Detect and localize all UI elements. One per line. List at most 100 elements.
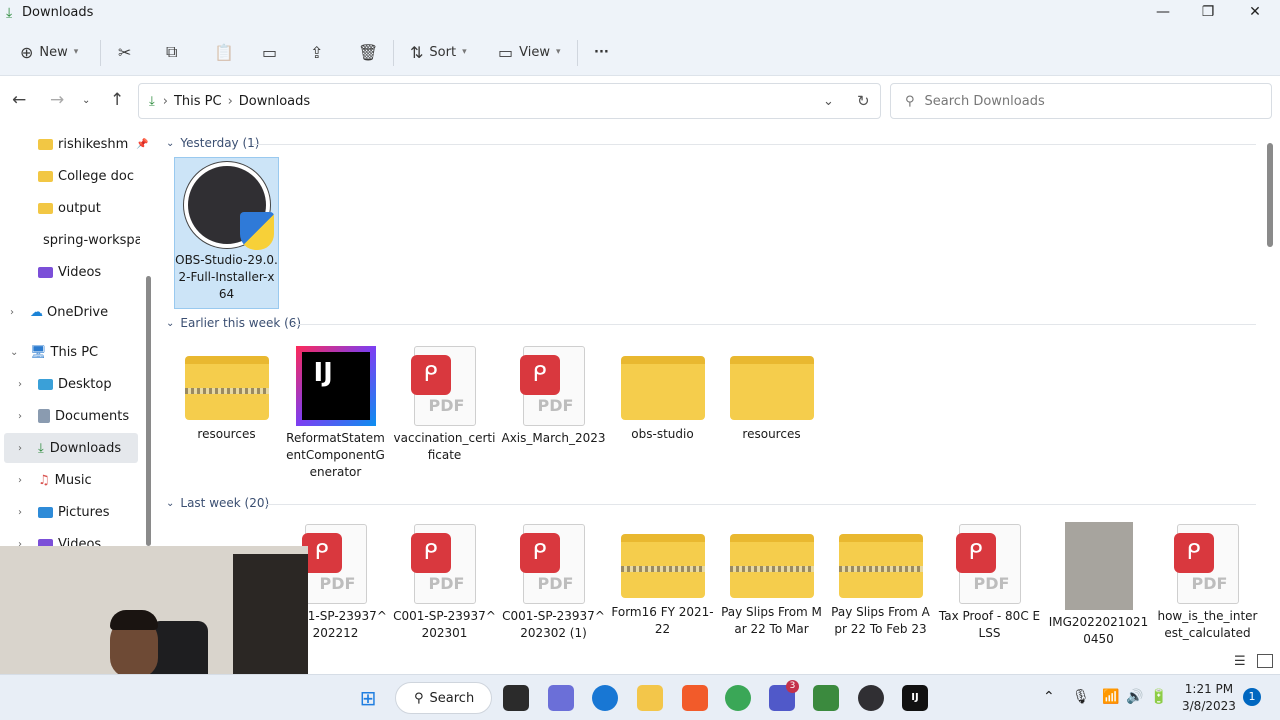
chevron-right-icon[interactable]: › bbox=[18, 411, 32, 422]
search-box[interactable]: ⚲ Search Downloads bbox=[890, 83, 1272, 119]
obs-icon[interactable] bbox=[858, 685, 884, 711]
photo-thumbnail bbox=[1064, 522, 1133, 610]
new-button[interactable]: ⊕ New ▾ bbox=[20, 39, 78, 65]
back-arrow-icon[interactable]: ← bbox=[12, 90, 26, 110]
chrome-icon[interactable] bbox=[725, 685, 751, 711]
sidebar-item-videos-quick[interactable]: Videos bbox=[38, 257, 156, 287]
file-obs-installer[interactable]: OBS-Studio-29.0.2-Full-Installer-x64 bbox=[174, 157, 279, 309]
close-button[interactable]: ✕ bbox=[1240, 4, 1270, 26]
sort-button[interactable]: ⇅ Sort ▾ bbox=[410, 39, 467, 65]
teams-icon[interactable]: 3 bbox=[769, 680, 799, 711]
folder-form16[interactable]: Form16 FY 2021-22 bbox=[610, 524, 715, 638]
sidebar-item-this-pc[interactable]: ⌄ 🖥 This PC bbox=[10, 337, 150, 367]
recent-chevron-icon[interactable]: ⌄ bbox=[82, 95, 90, 106]
sidebar-item-spring-workspace[interactable]: spring-workspace bbox=[38, 225, 140, 255]
folder-resources[interactable]: resources bbox=[719, 346, 824, 443]
group-header-last-week[interactable]: ⌄ Last week (20) bbox=[166, 496, 269, 510]
notepad-icon[interactable] bbox=[813, 685, 839, 711]
file-c001-202301[interactable]: ᑭ PDF C001-SP-23937^202301 bbox=[392, 524, 497, 642]
restore-button[interactable]: ❐ bbox=[1193, 4, 1223, 26]
wifi-icon[interactable]: 📶 bbox=[1102, 689, 1119, 705]
chevron-right-icon[interactable]: › bbox=[18, 379, 32, 390]
copy-button[interactable]: ⧉ bbox=[166, 39, 177, 65]
file-axis-march[interactable]: ᑭ PDF Axis_March_2023 bbox=[501, 346, 606, 447]
chevron-down-icon[interactable]: ⌄ bbox=[10, 347, 24, 358]
more-options-button[interactable]: ··· bbox=[594, 39, 609, 65]
task-view-icon[interactable] bbox=[503, 685, 529, 711]
up-arrow-icon[interactable]: ↑ bbox=[110, 90, 124, 110]
file-name: Axis_March_2023 bbox=[501, 431, 606, 445]
microphone-icon[interactable]: 🎙 bbox=[1072, 689, 1090, 705]
delete-button[interactable]: 🗑 bbox=[358, 39, 378, 65]
sidebar-item-desktop[interactable]: › Desktop bbox=[18, 369, 156, 399]
battery-icon[interactable]: 🔋 bbox=[1150, 689, 1167, 705]
file-name: Form16 FY 2021-22 bbox=[611, 605, 714, 636]
cut-button[interactable]: ✂ bbox=[118, 39, 131, 65]
file-img-photo[interactable]: IMG20220210210450 bbox=[1046, 522, 1151, 648]
chevron-right-icon[interactable]: › bbox=[10, 307, 24, 318]
address-bar[interactable]: ⤓ › This PC › Downloads ⌄ ↻ bbox=[138, 83, 881, 119]
sidebar-item-output[interactable]: output bbox=[38, 193, 156, 223]
chevron-down-icon: ▾ bbox=[555, 47, 561, 57]
sidebar-item-onedrive[interactable]: › ☁ OneDrive bbox=[10, 297, 150, 327]
plus-icon: ⊕ bbox=[20, 42, 34, 62]
intellij-icon: IJ bbox=[295, 346, 376, 426]
forward-arrow-icon[interactable]: → bbox=[50, 90, 64, 110]
sidebar-item-college-doc[interactable]: College doc bbox=[38, 161, 156, 191]
brave-icon[interactable] bbox=[682, 685, 708, 711]
chevron-right-icon[interactable]: › bbox=[18, 475, 32, 486]
share-button[interactable]: ⇪ bbox=[310, 39, 323, 65]
breadcrumb-this-pc[interactable]: This PC bbox=[174, 94, 222, 109]
zip-folder-icon bbox=[184, 356, 269, 420]
folder-resources-zip[interactable]: resources bbox=[174, 346, 279, 443]
sidebar-item-pictures[interactable]: › Pictures bbox=[18, 497, 156, 527]
chat-icon[interactable] bbox=[548, 685, 574, 711]
group-header-yesterday[interactable]: ⌄ Yesterday (1) bbox=[166, 136, 259, 150]
chevron-right-icon[interactable]: › bbox=[18, 443, 32, 454]
file-name: vaccination_certificate bbox=[393, 431, 496, 462]
file-name: resources bbox=[197, 427, 256, 441]
file-name: Pay Slips From Apr 22 To Feb 23 bbox=[831, 605, 930, 636]
file-tax-proof[interactable]: ᑭ PDF Tax Proof - 80C ELSS bbox=[937, 524, 1042, 642]
file-explorer-icon[interactable] bbox=[637, 685, 663, 711]
chevron-down-icon[interactable]: ⌄ bbox=[823, 94, 834, 109]
start-icon[interactable]: ⊞ bbox=[355, 685, 381, 711]
sidebar-item-music[interactable]: › ♫ Music bbox=[18, 465, 156, 495]
chevron-right-icon[interactable]: › bbox=[18, 507, 32, 518]
intellij-icon[interactable]: IJ bbox=[902, 685, 928, 711]
details-view-icon[interactable]: ☰ bbox=[1234, 654, 1250, 669]
breadcrumb-downloads[interactable]: Downloads bbox=[239, 94, 310, 109]
divider bbox=[393, 40, 394, 66]
tiles-view-icon[interactable] bbox=[1257, 654, 1273, 668]
group-header-earlier-this-week[interactable]: ⌄ Earlier this week (6) bbox=[166, 316, 301, 330]
teams-badge: 3 bbox=[786, 680, 799, 693]
chevron-up-icon[interactable]: ⌃ bbox=[1043, 689, 1055, 705]
file-vaccination-certificate[interactable]: ᑭ PDF vaccination_certificate bbox=[392, 346, 497, 464]
view-icon: ▭ bbox=[498, 42, 514, 62]
sidebar-item-documents[interactable]: › Documents bbox=[18, 401, 156, 431]
divider bbox=[100, 40, 101, 66]
minimize-button[interactable]: — bbox=[1148, 4, 1178, 26]
folder-pay-slips-mar[interactable]: Pay Slips From Mar 22 To Mar bbox=[719, 524, 824, 638]
view-button[interactable]: ▭ View ▾ bbox=[498, 39, 561, 65]
sidebar-item-downloads[interactable]: › ⤓ Downloads bbox=[4, 433, 138, 463]
clock[interactable]: 1:21 PM 3/8/2023 bbox=[1182, 681, 1236, 715]
folder-obs-studio[interactable]: obs-studio bbox=[610, 346, 715, 443]
volume-icon[interactable]: 🔊 bbox=[1126, 689, 1143, 705]
edge-icon[interactable] bbox=[592, 685, 618, 711]
file-reformat-generator[interactable]: IJ ReformatStatementComponentGenerator bbox=[283, 346, 388, 481]
folder-pay-slips-apr[interactable]: Pay Slips From Apr 22 To Feb 23 bbox=[828, 524, 933, 638]
rename-button[interactable]: ▭ bbox=[262, 39, 277, 65]
paste-button[interactable]: 📋 bbox=[214, 39, 234, 65]
taskbar-search[interactable]: ⚲ Search bbox=[395, 682, 492, 714]
file-c001-202302[interactable]: ᑭ PDF C001-SP-23937^202302 (1) bbox=[501, 524, 606, 642]
content-scrollbar[interactable] bbox=[1267, 143, 1273, 247]
refresh-icon[interactable]: ↻ bbox=[857, 92, 870, 110]
file-interest-calculated[interactable]: ᑭ PDF how_is_the_interest_calculated bbox=[1155, 524, 1260, 642]
file-list: ⌄ Yesterday (1) OBS-Studio-29.0.2-Full-In… bbox=[156, 126, 1280, 670]
notification-badge[interactable]: 1 bbox=[1243, 688, 1261, 706]
pdf-icon: ᑭ PDF bbox=[410, 524, 476, 604]
file-name: resources bbox=[742, 427, 801, 441]
sidebar-item-rishikeshm[interactable]: rishikeshm 📌 bbox=[38, 129, 156, 159]
sidebar-scrollbar[interactable] bbox=[146, 276, 151, 546]
